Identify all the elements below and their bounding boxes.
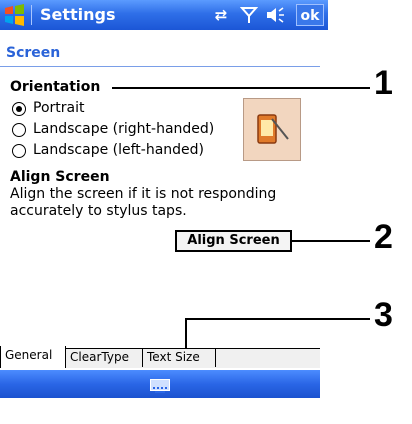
callout-number-1: 1 — [374, 64, 393, 102]
windows-logo-icon[interactable] — [3, 3, 27, 27]
title-divider-line — [0, 66, 320, 67]
tab-general[interactable]: General — [0, 346, 66, 368]
align-screen-button[interactable]: Align Screen — [175, 230, 292, 252]
radio-portrait[interactable] — [12, 102, 26, 116]
sync-icon[interactable]: ⇄ — [210, 5, 232, 25]
align-description-line1: Align the screen if it is not responding — [10, 186, 277, 202]
tab-cleartype[interactable]: ClearType — [66, 348, 143, 367]
align-description-line2: accurately to stylus taps. — [10, 203, 187, 219]
callout-line-1 — [112, 87, 370, 89]
callout-line-3b — [185, 318, 187, 348]
tab-text-size[interactable]: Text Size — [143, 348, 216, 367]
keyboard-icon[interactable] — [150, 379, 170, 393]
page-title: Screen — [6, 45, 61, 61]
radio-portrait-label[interactable]: Portrait — [33, 100, 84, 117]
radio-landscape-right-label[interactable]: Landscape (right-handed) — [33, 121, 214, 138]
signal-icon[interactable] — [238, 5, 260, 25]
speaker-icon[interactable] — [264, 5, 286, 25]
radio-landscape-left[interactable] — [12, 144, 26, 158]
ok-button[interactable]: ok — [296, 4, 324, 26]
title-divider — [31, 5, 32, 25]
align-screen-heading: Align Screen — [10, 169, 110, 185]
callout-number-3: 3 — [374, 296, 393, 334]
orientation-heading: Orientation — [10, 79, 101, 95]
radio-landscape-left-label[interactable]: Landscape (left-handed) — [33, 142, 204, 159]
callout-line-2 — [292, 240, 370, 242]
window-title: Settings — [40, 5, 116, 24]
orientation-preview-icon — [243, 98, 301, 161]
radio-landscape-right[interactable] — [12, 123, 26, 137]
callout-line-3a — [185, 318, 370, 320]
callout-number-2: 2 — [374, 218, 393, 256]
